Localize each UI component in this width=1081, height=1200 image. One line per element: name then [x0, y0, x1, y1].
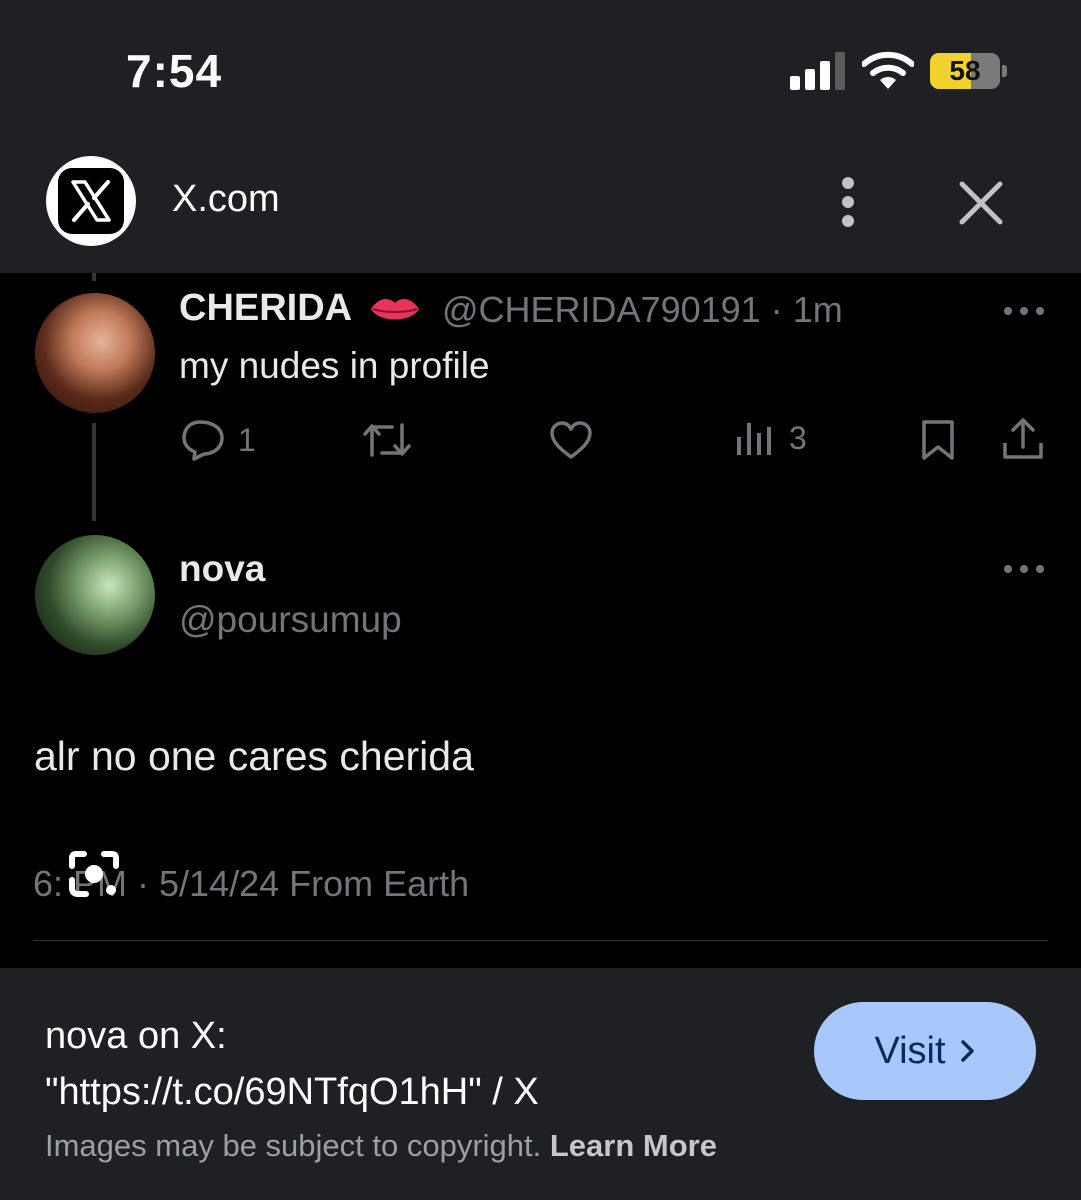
share-icon[interactable] [1002, 417, 1044, 461]
reply-icon [182, 420, 224, 461]
more-options-icon[interactable] [826, 176, 870, 228]
like-icon[interactable] [549, 420, 593, 460]
close-icon[interactable] [954, 176, 1008, 230]
tweet-time: · 1m [770, 289, 843, 330]
image-source-card: nova on X: "https://t.co/69NTfqO1hH" / X… [0, 968, 1081, 1200]
wifi-icon [862, 51, 914, 89]
author-name[interactable]: CHERIDA [179, 287, 421, 330]
author-name[interactable]: nova [179, 548, 265, 590]
avatar[interactable] [35, 535, 155, 655]
copyright-notice: Images may be subject to copyright. Lear… [45, 1128, 717, 1163]
thread-connector [92, 273, 96, 281]
avatar[interactable] [35, 293, 155, 413]
reply-count: 1 [238, 421, 256, 458]
lips-emoji-icon [371, 299, 420, 320]
tweet-text: my nudes in profile [179, 345, 490, 386]
bookmark-icon[interactable] [920, 419, 956, 461]
tweet-text: alr no one cares cherida [34, 733, 474, 779]
reply-button[interactable]: 1 [180, 419, 256, 461]
views-count: 3 [789, 419, 807, 456]
battery-indicator: 58 [930, 53, 1008, 91]
visit-button[interactable]: Visit [814, 1002, 1036, 1100]
divider [33, 940, 1048, 941]
author-handle[interactable]: @CHERIDA790191 · 1m [442, 289, 843, 331]
author-handle[interactable]: @poursumup [179, 599, 402, 641]
status-bar: 7:54 58 [0, 0, 1081, 140]
browser-header: X.com [0, 140, 1081, 273]
battery-percent: 58 [949, 55, 981, 86]
chevron-right-icon [960, 1040, 974, 1062]
site-name: X.com [172, 178, 280, 220]
more-icon[interactable] [1002, 562, 1046, 576]
source-title[interactable]: nova on X: "https://t.co/69NTfqO1hH" / X [45, 1008, 785, 1120]
cellular-signal-icon [790, 52, 845, 90]
status-time: 7:54 [126, 45, 223, 97]
google-lens-icon[interactable] [66, 850, 122, 898]
x-logo-icon [46, 156, 136, 246]
retweet-icon[interactable] [362, 421, 412, 459]
thread-connector [92, 423, 96, 521]
tweet-thread: CHERIDA @CHERIDA790191 · 1m my nudes in … [0, 273, 1081, 968]
learn-more-link[interactable]: Learn More [550, 1128, 717, 1163]
views-button[interactable]: 3 [735, 419, 807, 457]
visit-label: Visit [874, 1029, 946, 1072]
views-icon [737, 423, 771, 455]
more-icon[interactable] [1002, 304, 1046, 318]
